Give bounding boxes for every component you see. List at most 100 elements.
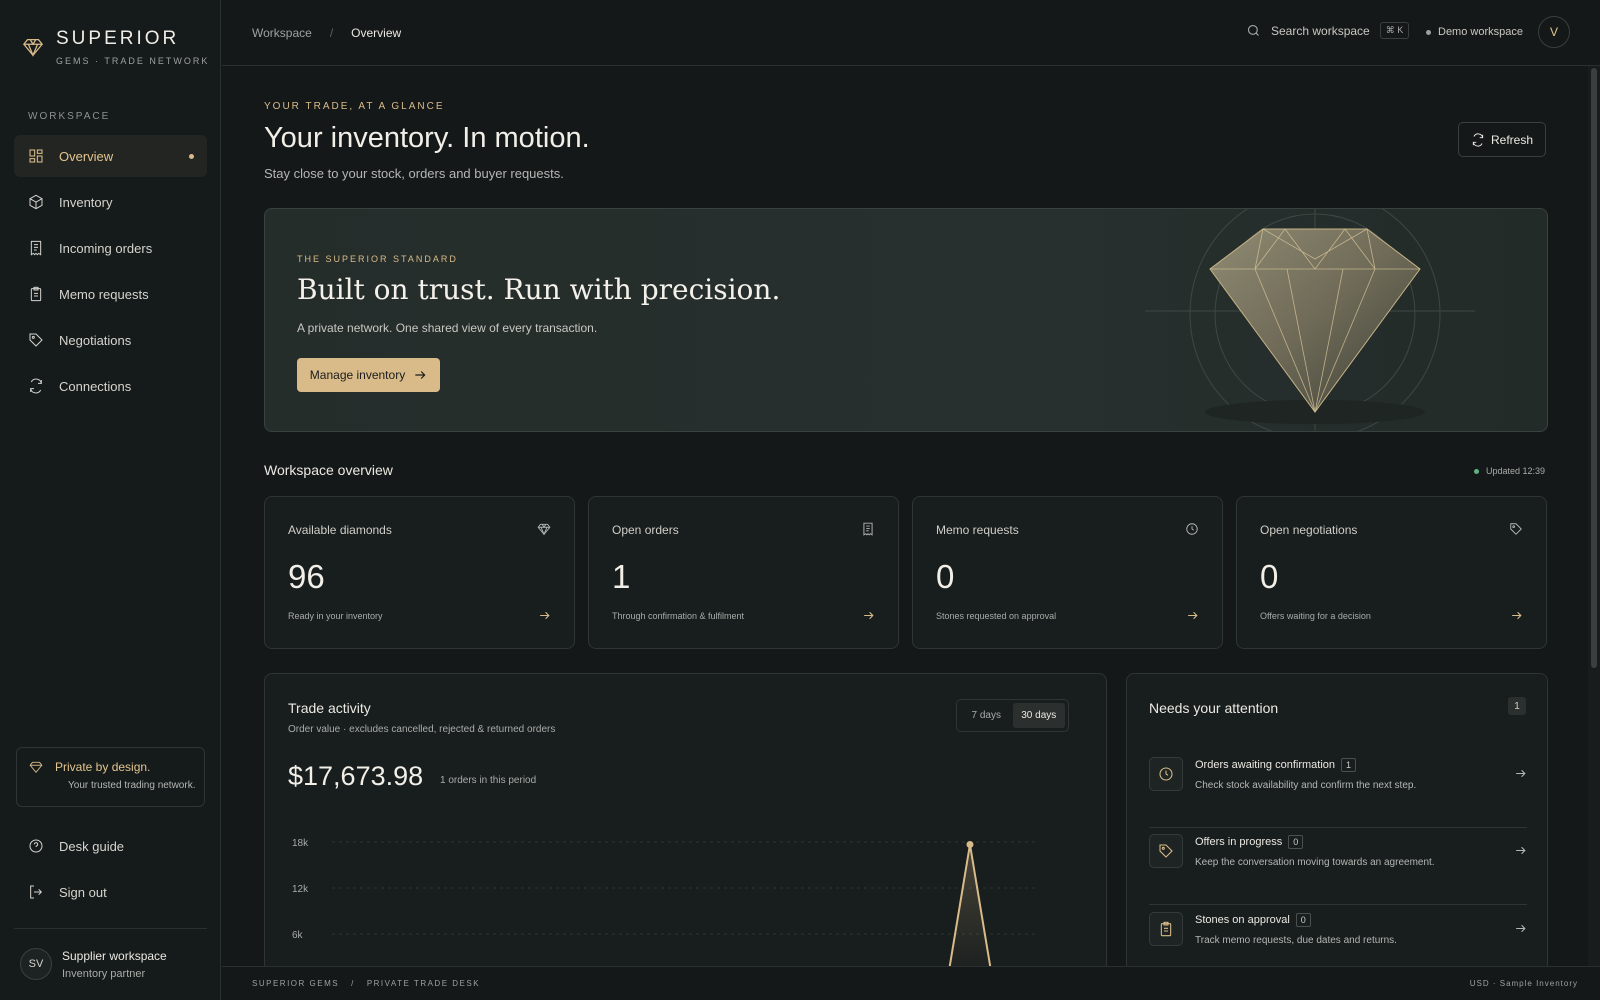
range-30-days[interactable]: 30 days [1012, 703, 1065, 728]
status-dot [1426, 29, 1431, 35]
brand-tagline: GEMS · TRADE NETWORK [56, 56, 210, 66]
hero-title: Built on trust. Run with precision. [297, 273, 781, 306]
search-label: Search workspace [1271, 23, 1370, 38]
diamond-illustration [1145, 209, 1475, 431]
attention-icon-box [1149, 757, 1183, 791]
user-profile[interactable]: SV Supplier workspace Inventory partner [20, 948, 167, 980]
attention-item-orders[interactable]: Orders awaiting confirmation 1 Check sto… [1149, 751, 1527, 828]
trade-activity-card: Trade activity Order value · excludes ca… [264, 673, 1107, 966]
breadcrumb-separator: / [329, 26, 334, 40]
stat-label: Memo requests [936, 523, 1019, 537]
desk-guide-label: Desk guide [59, 838, 125, 854]
sidebar-item-label: Incoming orders [59, 240, 153, 256]
attention-item-title: Offers in progress [1195, 836, 1283, 848]
hero-eyebrow: THE SUPERIOR STANDARD [297, 254, 458, 264]
main-scrollbar[interactable] [1588, 66, 1600, 966]
clipboard-icon [1160, 921, 1172, 937]
brand[interactable]: SUPERIOR GEMS · TRADE NETWORK [22, 28, 209, 66]
arrow-right-icon [864, 611, 874, 620]
overview-title: Workspace overview [264, 462, 393, 478]
sidebar-item-connections[interactable]: Connections [14, 365, 207, 407]
attention-item-title: Stones on approval [1195, 914, 1290, 926]
sign-out-button[interactable]: Sign out [14, 871, 207, 913]
sidebar-item-inventory[interactable]: Inventory [14, 181, 207, 223]
help-icon [29, 839, 43, 853]
attention-item-desc: Check stock availability and confirm the… [1195, 780, 1417, 791]
stat-card-memo-requests[interactable]: Memo requests 0 Stones requested on appr… [912, 496, 1223, 649]
attention-item-desc: Track memo requests, due dates and retur… [1195, 935, 1397, 946]
range-7-days[interactable]: 7 days [960, 703, 1013, 728]
search-button[interactable]: Search workspace ⌘ K [1246, 22, 1410, 39]
tag-icon [29, 333, 43, 347]
refresh-button[interactable]: Refresh [1458, 122, 1546, 157]
private-card-subtitle: Your trusted trading network. [68, 780, 196, 791]
sidebar-item-label: Connections [59, 378, 132, 394]
updated-status: Updated 12:39 [1474, 466, 1545, 476]
hero-banner: THE SUPERIOR STANDARD Built on trust. Ru… [264, 208, 1548, 432]
box-icon [29, 194, 43, 210]
search-icon [1247, 24, 1259, 36]
scroll-thumb[interactable] [1591, 68, 1597, 668]
manage-inventory-button[interactable]: Manage inventory [297, 358, 440, 392]
workspace-switcher[interactable]: Demo workspace [1426, 26, 1523, 38]
stat-value: 96 [288, 558, 325, 595]
attention-item-stones[interactable]: Stones on approval 0 Track memo requests… [1149, 906, 1527, 966]
arrow-right-icon [1516, 924, 1526, 933]
activity-title: Trade activity [288, 700, 371, 716]
clipboard-icon [30, 286, 42, 302]
activity-count: 1 orders in this period [440, 775, 537, 786]
user-avatar-button[interactable]: V [1538, 16, 1570, 48]
sign-out-icon [30, 885, 43, 899]
sidebar-section-label: WORKSPACE [28, 111, 111, 122]
breadcrumb-current: Overview [351, 26, 402, 40]
sidebar-item-memo-requests[interactable]: Memo requests [14, 273, 207, 315]
attention-title: Needs your attention [1149, 700, 1279, 716]
avatar: SV [20, 948, 52, 980]
sidebar-item-label: Inventory [59, 194, 113, 210]
sidebar-item-negotiations[interactable]: Negotiations [14, 319, 207, 361]
attention-icon-box [1149, 834, 1183, 868]
refresh-icon [1472, 132, 1484, 147]
receipt-icon [863, 522, 873, 536]
arrow-right-icon [1516, 846, 1526, 855]
arrow-right-icon [1512, 611, 1522, 620]
stat-value: 0 [1260, 558, 1279, 595]
desk-guide-link[interactable]: Desk guide [14, 825, 207, 867]
footer-separator: / [351, 979, 355, 988]
grid-icon [29, 149, 43, 163]
updated-label: Updated 12:39 [1486, 466, 1546, 476]
data-point[interactable] [966, 840, 974, 848]
stat-description: Stones requested on approval [936, 611, 1057, 621]
stat-card-open-negotiations[interactable]: Open negotiations 0 Offers waiting for a… [1236, 496, 1547, 649]
page-eyebrow: YOUR TRADE, AT A GLANCE [264, 101, 445, 112]
tag-icon [1510, 523, 1522, 535]
attention-item-desc: Keep the conversation moving towards an … [1195, 857, 1435, 868]
sidebar-nav: Overview Inventory Incoming orders Memo … [14, 135, 207, 411]
arrow-right-icon [1188, 611, 1198, 620]
stat-card-available-diamonds[interactable]: Available diamonds 96 Ready in your inve… [264, 496, 575, 649]
sidebar-bottom-nav: Desk guide Sign out [14, 825, 207, 917]
search-shortcut: ⌘ K [1379, 22, 1410, 39]
breadcrumb-workspace[interactable]: Workspace [252, 26, 312, 40]
stat-label: Open orders [612, 523, 679, 537]
user-role: Inventory partner [62, 967, 146, 980]
attention-icon-box [1149, 912, 1183, 946]
sidebar-item-incoming-orders[interactable]: Incoming orders [14, 227, 207, 269]
diamond-icon [537, 523, 551, 536]
stat-description: Through confirmation & fulfilment [612, 611, 745, 621]
divider [14, 928, 207, 929]
stat-value: 1 [612, 558, 631, 595]
sidebar-item-overview[interactable]: Overview [14, 135, 207, 177]
stat-card-open-orders[interactable]: Open orders 1 Through confirmation & ful… [588, 496, 899, 649]
sidebar: SUPERIOR GEMS · TRADE NETWORK WORKSPACE … [0, 0, 221, 1000]
y-tick-label: 12k [292, 884, 309, 895]
footer-desk: PRIVATE TRADE DESK [366, 979, 481, 988]
sidebar-item-label: Memo requests [59, 286, 149, 302]
stat-label: Available diamonds [288, 523, 392, 537]
stat-description: Ready in your inventory [288, 611, 383, 621]
hero-subtitle: A private network. One shared view of ev… [297, 321, 598, 335]
attention-item-offers[interactable]: Offers in progress 0 Keep the conversati… [1149, 828, 1527, 905]
receipt-icon [30, 240, 42, 256]
diamond-icon [29, 761, 43, 773]
manage-inventory-label: Manage inventory [309, 368, 406, 382]
